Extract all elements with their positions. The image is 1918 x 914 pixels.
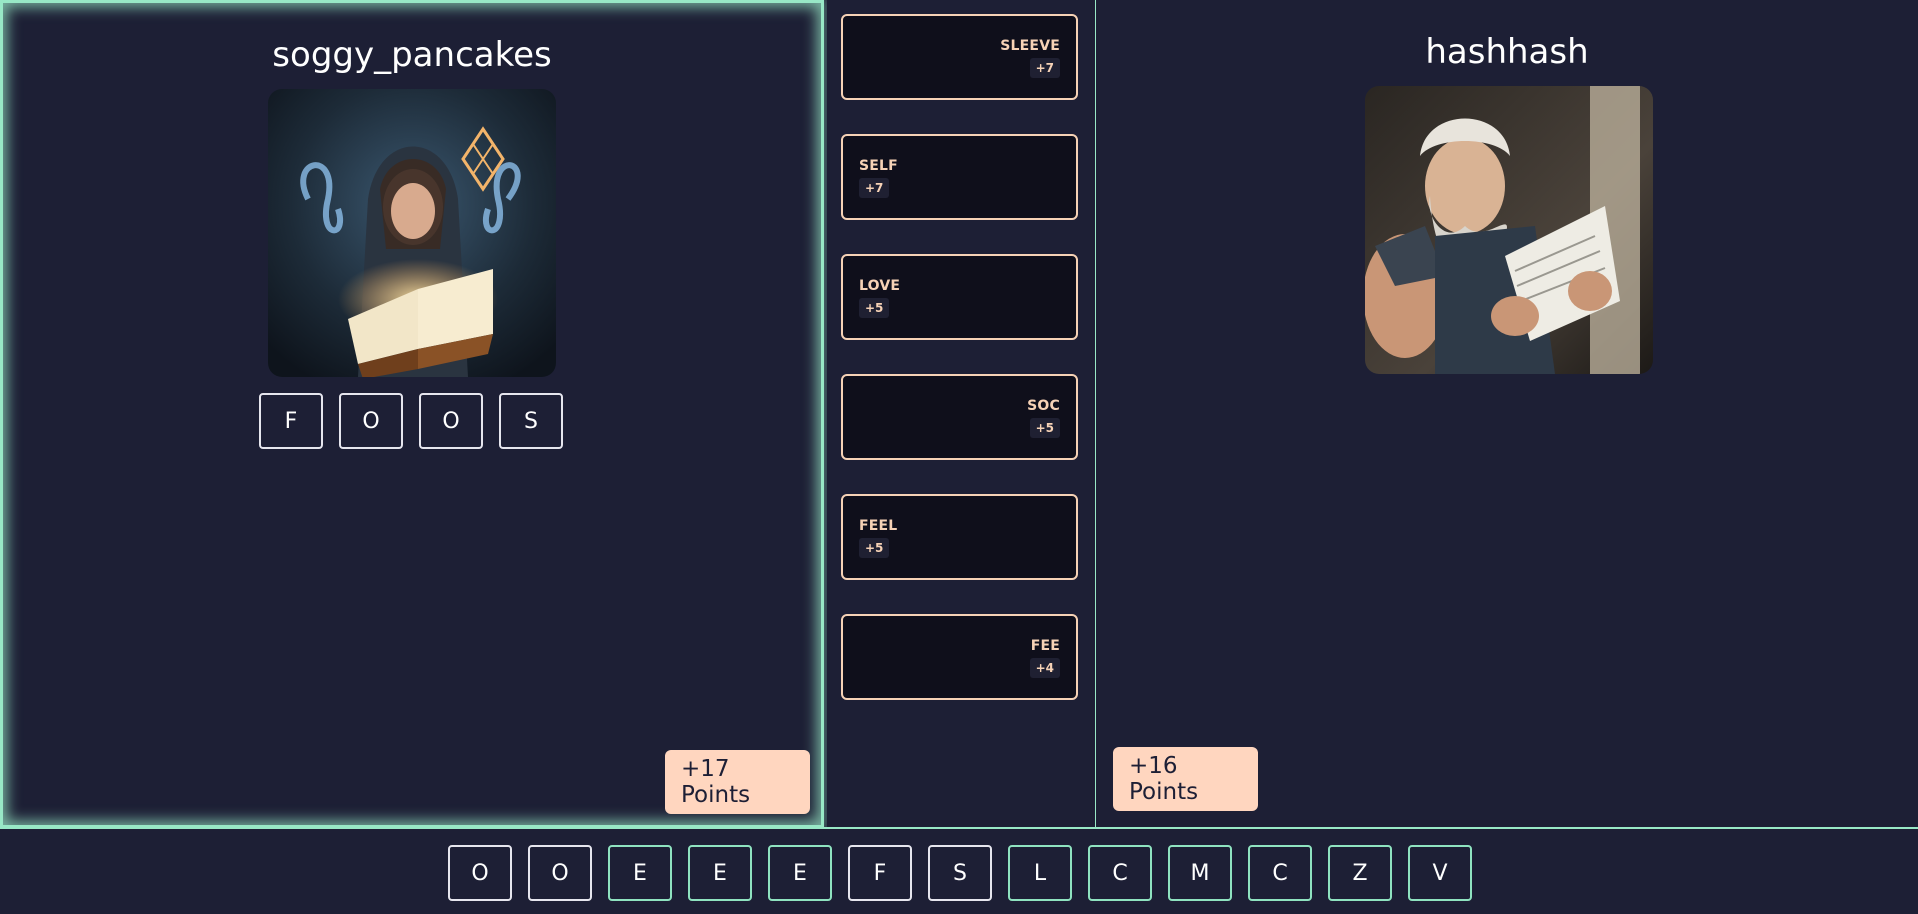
current-word-tiles: F O O S xyxy=(259,393,563,449)
player-panel-left: soggy_pancakes F O O S +17 Points xyxy=(0,0,824,828)
played-word: SLEEVE xyxy=(1000,38,1060,54)
played-word-card: SLEEVE +7 xyxy=(841,14,1078,100)
player-avatar xyxy=(1365,86,1653,374)
played-word: SOC xyxy=(1027,398,1060,414)
played-word-score: +5 xyxy=(1029,418,1060,438)
played-word-card: SOC +5 xyxy=(841,374,1078,460)
rack-tile[interactable]: E xyxy=(688,845,752,901)
played-word-score: +7 xyxy=(1029,58,1060,78)
game-board: soggy_pancakes F O O S +17 Points SLEEVE… xyxy=(0,0,1918,914)
played-word: FEEL xyxy=(859,518,898,534)
rack-tile[interactable]: L xyxy=(1008,845,1072,901)
points-badge: +17 Points xyxy=(665,750,810,814)
rack-tile[interactable]: M xyxy=(1168,845,1232,901)
dwarf-reading-scroll-avatar xyxy=(1365,86,1653,374)
word-tile[interactable]: O xyxy=(419,393,483,449)
rack-tile[interactable]: O xyxy=(448,845,512,901)
rack-tile[interactable]: C xyxy=(1088,845,1152,901)
wizard-reading-book-avatar xyxy=(268,89,556,377)
played-word: FEE xyxy=(1030,638,1060,654)
player-panel-right: hashhash +16 Points xyxy=(1096,0,1918,828)
player-name: hashhash xyxy=(1425,32,1589,72)
rack-tile[interactable]: S xyxy=(928,845,992,901)
rack-tile[interactable]: E xyxy=(608,845,672,901)
played-word-card: LOVE +5 xyxy=(841,254,1078,340)
rack-tile[interactable]: O xyxy=(528,845,592,901)
rack-tile[interactable]: C xyxy=(1248,845,1312,901)
word-tile[interactable]: O xyxy=(339,393,403,449)
played-word-card: FEE +4 xyxy=(841,614,1078,700)
played-word-score: +4 xyxy=(1029,658,1060,678)
player-avatar xyxy=(268,89,556,377)
played-words-column: SLEEVE +7 SELF +7 LOVE +5 SOC +5 FEEL +5… xyxy=(827,0,1095,828)
played-word-card: SELF +7 xyxy=(841,134,1078,220)
rack-tile[interactable]: V xyxy=(1408,845,1472,901)
word-tile[interactable]: S xyxy=(499,393,563,449)
played-word-card: FEEL +5 xyxy=(841,494,1078,580)
played-word: SELF xyxy=(859,158,898,174)
rack-tile[interactable]: Z xyxy=(1328,845,1392,901)
played-word-score: +5 xyxy=(859,538,890,558)
played-word-score: +7 xyxy=(859,178,890,198)
rack-tile[interactable]: E xyxy=(768,845,832,901)
points-badge: +16 Points xyxy=(1113,747,1258,811)
word-tile[interactable]: F xyxy=(259,393,323,449)
rack-tile[interactable]: F xyxy=(848,845,912,901)
played-word-score: +5 xyxy=(859,298,890,318)
rack-tiles: O O E E E F S L C M C Z V xyxy=(448,845,1472,901)
player-name: soggy_pancakes xyxy=(272,35,552,75)
letter-rack: O O E E E F S L C M C Z V xyxy=(0,829,1918,914)
played-word: LOVE xyxy=(859,278,901,294)
